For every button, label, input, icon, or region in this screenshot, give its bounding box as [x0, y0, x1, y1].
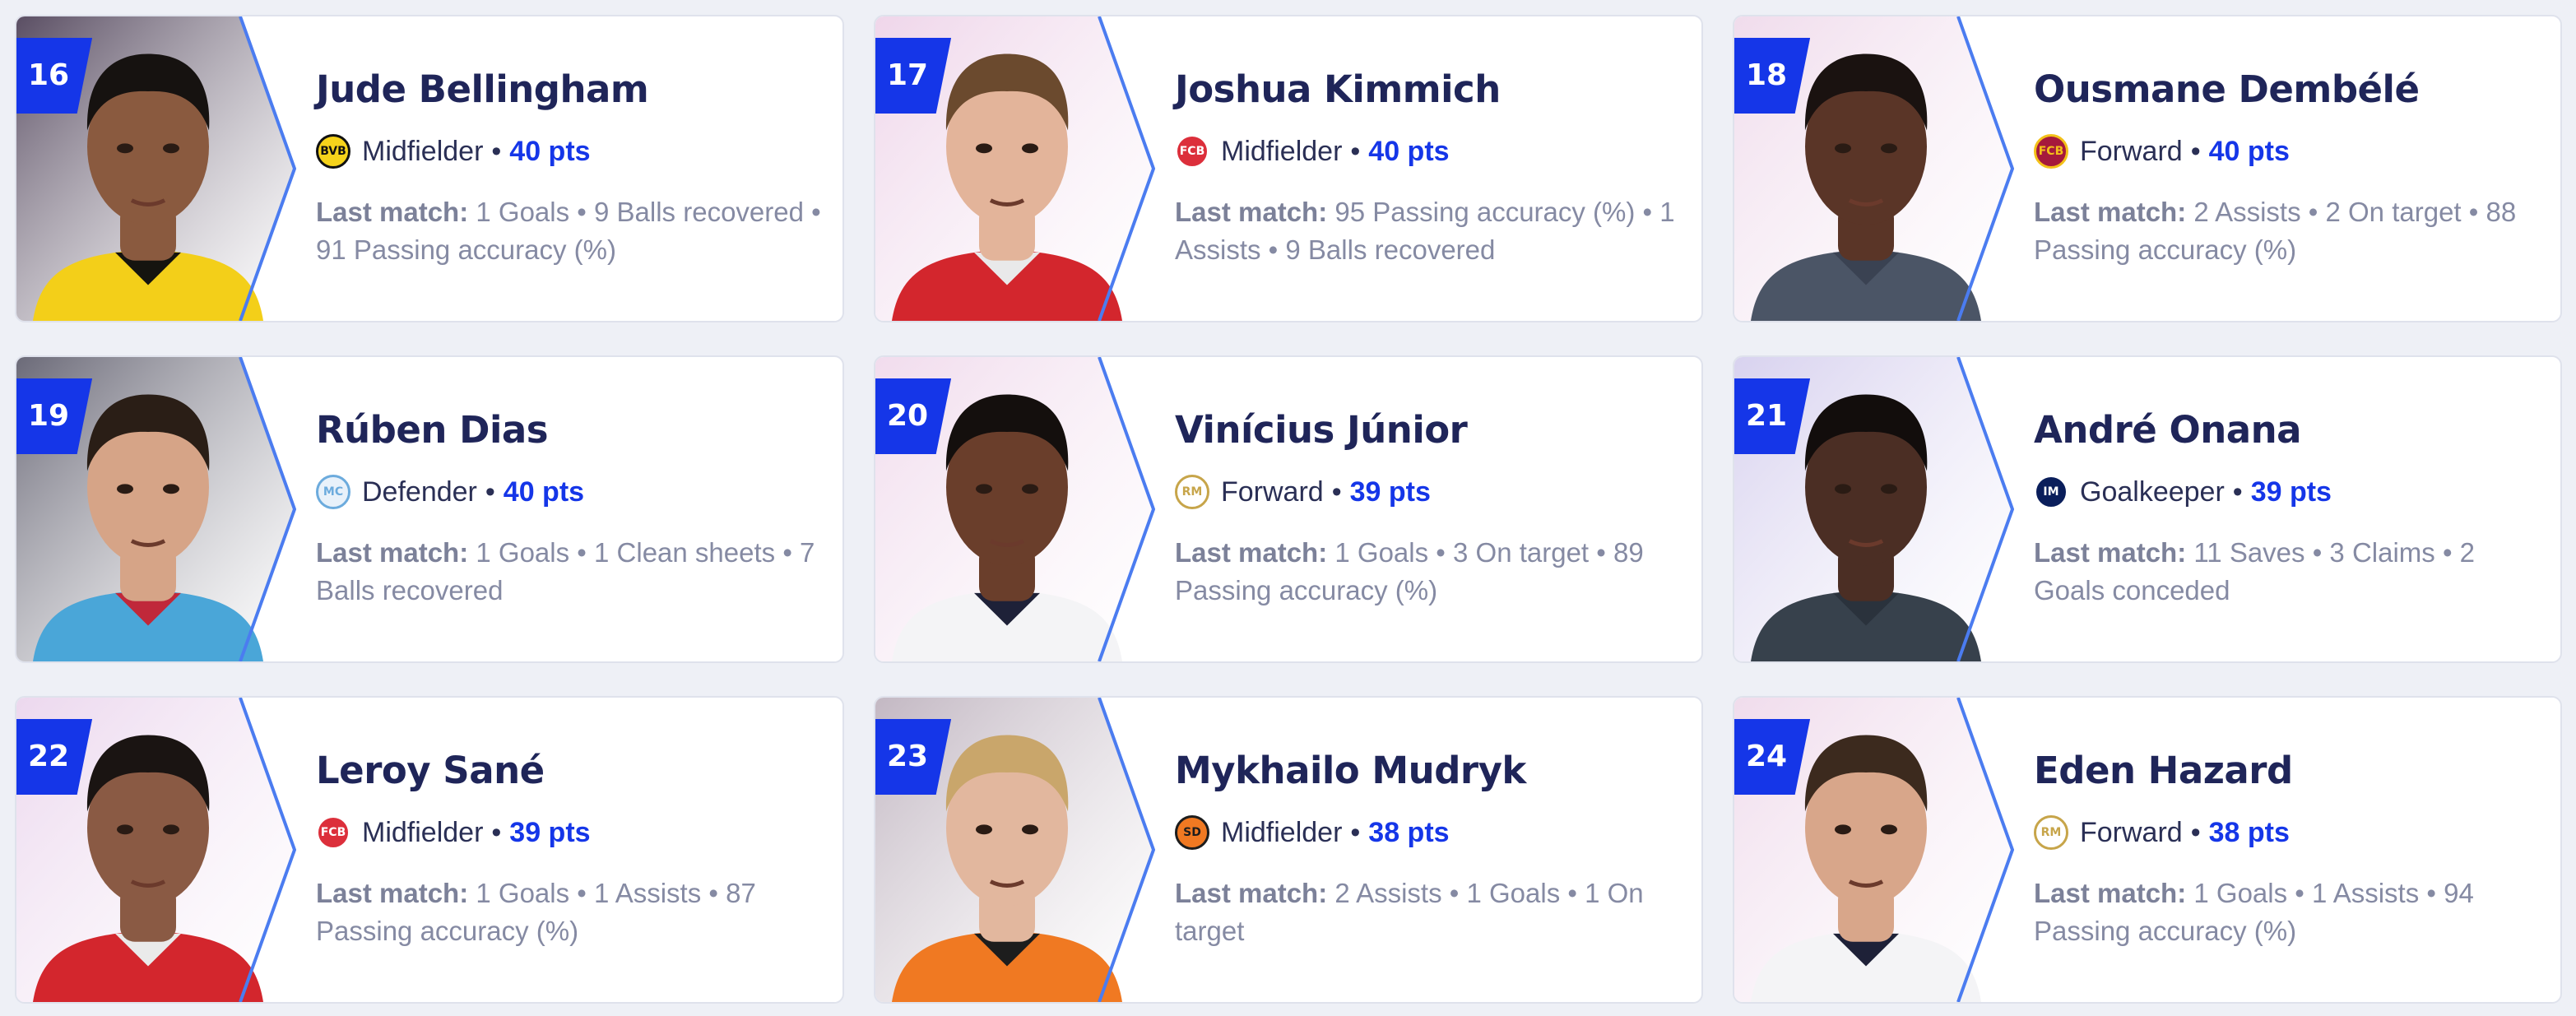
- player-position: Midfielder: [1221, 135, 1343, 167]
- last-match-stats: Last match: 1 Goals • 9 Balls recovered …: [316, 193, 826, 269]
- player-info: Leroy Sané FCB Midfielder • 39 pts Last …: [316, 749, 826, 950]
- last-match-label: Last match:: [2034, 878, 2187, 908]
- last-match-label: Last match:: [2034, 197, 2187, 227]
- player-card-grid: 16 Jude Bellingham BVB Midfielder • 40 p…: [15, 15, 2562, 1004]
- player-card[interactable]: 24 Eden Hazard RM Forward • 38 pts Last …: [1733, 696, 2562, 1004]
- inter-crest-icon: IM: [2034, 475, 2068, 509]
- player-meta: RM Forward • 39 pts: [1175, 473, 1685, 511]
- last-match-label: Last match:: [316, 537, 469, 568]
- player-card[interactable]: 17 Joshua Kimmich FCB Midfielder • 40 pt…: [874, 15, 1703, 322]
- player-points: 39 pts: [509, 816, 591, 848]
- player-name: André Onana: [2034, 408, 2302, 452]
- fc-bayern-crest-icon: FCB: [316, 815, 350, 850]
- separator: •: [485, 476, 495, 508]
- last-match-label: Last match:: [1175, 878, 1328, 908]
- player-position: Forward: [2080, 816, 2183, 848]
- player-card[interactable]: 16 Jude Bellingham BVB Midfielder • 40 p…: [15, 15, 844, 322]
- last-match-stats: Last match: 1 Goals • 1 Assists • 87 Pas…: [316, 875, 826, 950]
- fc-barcelona-crest-icon: FCB: [2034, 134, 2068, 169]
- player-name: Leroy Sané: [316, 749, 545, 792]
- player-points: 38 pts: [2208, 816, 2290, 848]
- player-meta: SD Midfielder • 38 pts: [1175, 814, 1685, 851]
- player-card[interactable]: 19 Rúben Dias MC Defender • 40 pts Last …: [15, 355, 844, 663]
- real-madrid-crest-icon: RM: [2034, 815, 2068, 850]
- player-info: Mykhailo Mudryk SD Midfielder • 38 pts L…: [1175, 749, 1685, 950]
- player-name: Vinícius Júnior: [1175, 408, 1468, 452]
- player-card[interactable]: 21 André Onana IM Goalkeeper • 39 pts La…: [1733, 355, 2562, 663]
- bvb-crest-icon: BVB: [316, 134, 350, 169]
- player-points: 38 pts: [1368, 816, 1450, 848]
- player-meta: BVB Midfielder • 40 pts: [316, 132, 826, 170]
- last-match-label: Last match:: [316, 878, 469, 908]
- last-match-stats: Last match: 1 Goals • 1 Assists • 94 Pas…: [2034, 875, 2544, 950]
- last-match-stats: Last match: 1 Goals • 3 On target • 89 P…: [1175, 534, 1685, 610]
- player-info: Ousmane Dembélé FCB Forward • 40 pts Las…: [2034, 67, 2544, 269]
- shakhtar-crest-icon: SD: [1175, 815, 1209, 850]
- last-match-stats: Last match: 2 Assists • 2 On target • 88…: [2034, 193, 2544, 269]
- player-position: Defender: [362, 476, 477, 508]
- player-meta: MC Defender • 40 pts: [316, 473, 826, 511]
- player-info: Rúben Dias MC Defender • 40 pts Last mat…: [316, 408, 826, 610]
- player-meta: FCB Forward • 40 pts: [2034, 132, 2544, 170]
- separator: •: [1350, 135, 1361, 167]
- player-card[interactable]: 20 Vinícius Júnior RM Forward • 39 pts L…: [874, 355, 1703, 663]
- player-card[interactable]: 23 Mykhailo Mudryk SD Midfielder • 38 pt…: [874, 696, 1703, 1004]
- last-match-label: Last match:: [1175, 197, 1328, 227]
- separator: •: [2190, 135, 2201, 167]
- real-madrid-crest-icon: RM: [1175, 475, 1209, 509]
- player-info: Eden Hazard RM Forward • 38 pts Last mat…: [2034, 749, 2544, 950]
- separator: •: [2232, 476, 2243, 508]
- player-info: Joshua Kimmich FCB Midfielder • 40 pts L…: [1175, 67, 1685, 269]
- player-meta: FCB Midfielder • 39 pts: [316, 814, 826, 851]
- player-name: Jude Bellingham: [316, 67, 649, 111]
- player-info: Jude Bellingham BVB Midfielder • 40 pts …: [316, 67, 826, 269]
- player-card[interactable]: 18 Ousmane Dembélé FCB Forward • 40 pts …: [1733, 15, 2562, 322]
- last-match-stats: Last match: 2 Assists • 1 Goals • 1 On t…: [1175, 875, 1685, 950]
- player-position: Midfielder: [362, 135, 484, 167]
- player-info: Vinícius Júnior RM Forward • 39 pts Last…: [1175, 408, 1685, 610]
- player-points: 40 pts: [1368, 135, 1450, 167]
- player-meta: RM Forward • 38 pts: [2034, 814, 2544, 851]
- player-points: 39 pts: [1349, 476, 1431, 508]
- player-position: Midfielder: [1221, 816, 1343, 848]
- player-name: Rúben Dias: [316, 408, 549, 452]
- player-name: Joshua Kimmich: [1175, 67, 1501, 111]
- player-points: 40 pts: [503, 476, 585, 508]
- player-info: André Onana IM Goalkeeper • 39 pts Last …: [2034, 408, 2544, 610]
- last-match-label: Last match:: [2034, 537, 2187, 568]
- last-match-stats: Last match: 95 Passing accuracy (%) • 1 …: [1175, 193, 1685, 269]
- last-match-stats: Last match: 11 Saves • 3 Claims • 2 Goal…: [2034, 534, 2544, 610]
- separator: •: [1331, 476, 1342, 508]
- last-match-label: Last match:: [316, 197, 469, 227]
- separator: •: [491, 816, 502, 848]
- player-name: Ousmane Dembélé: [2034, 67, 2420, 111]
- separator: •: [491, 135, 502, 167]
- last-match-stats: Last match: 1 Goals • 1 Clean sheets • 7…: [316, 534, 826, 610]
- player-position: Forward: [2080, 135, 2183, 167]
- man-city-crest-icon: MC: [316, 475, 350, 509]
- player-position: Forward: [1221, 476, 1324, 508]
- player-points: 40 pts: [509, 135, 591, 167]
- player-name: Eden Hazard: [2034, 749, 2293, 792]
- player-points: 40 pts: [2208, 135, 2290, 167]
- player-meta: IM Goalkeeper • 39 pts: [2034, 473, 2544, 511]
- player-position: Goalkeeper: [2080, 476, 2225, 508]
- separator: •: [1350, 816, 1361, 848]
- player-name: Mykhailo Mudryk: [1175, 749, 1526, 792]
- fc-bayern-crest-icon: FCB: [1175, 134, 1209, 169]
- player-position: Midfielder: [362, 816, 484, 848]
- last-match-label: Last match:: [1175, 537, 1328, 568]
- player-points: 39 pts: [2250, 476, 2332, 508]
- separator: •: [2190, 816, 2201, 848]
- player-card[interactable]: 22 Leroy Sané FCB Midfielder • 39 pts La…: [15, 696, 844, 1004]
- player-meta: FCB Midfielder • 40 pts: [1175, 132, 1685, 170]
